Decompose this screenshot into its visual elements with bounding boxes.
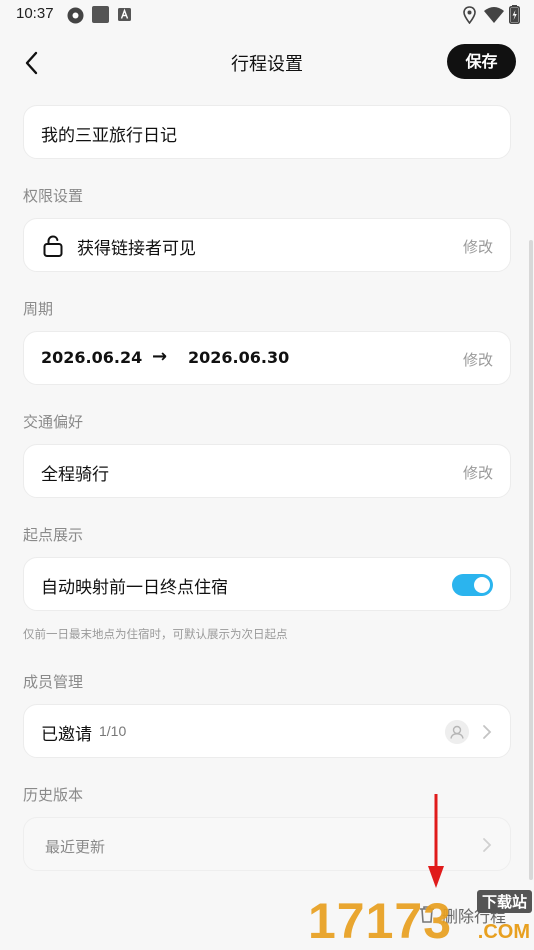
date-arrow-icon: → <box>152 346 168 367</box>
members-section-label: 成员管理 <box>23 673 84 691</box>
end-date: 2026.06.30 <box>188 348 290 367</box>
status-bar: 10:37 <box>0 0 534 30</box>
scrollbar[interactable] <box>529 240 533 880</box>
transport-value: 全程骑行 <box>41 465 109 485</box>
avatar-icon <box>445 720 469 744</box>
location-icon <box>463 6 476 24</box>
start-point-toggle[interactable] <box>452 574 493 596</box>
header: 行程设置 保存 <box>0 36 534 90</box>
permission-section-label: 权限设置 <box>23 187 84 205</box>
permission-value: 获得链接者可见 <box>77 239 196 259</box>
start-point-section-label: 起点展示 <box>23 526 84 544</box>
font-a-icon <box>118 8 131 21</box>
transport-edit-link[interactable]: 修改 <box>463 462 493 483</box>
watermark-logo: 17173 下载站 .COM <box>308 888 534 950</box>
period-card[interactable]: 2026.06.24 → 2026.06.30 修改 <box>23 331 511 385</box>
start-point-value: 自动映射前一日终点住宿 <box>41 578 228 598</box>
lock-open-icon <box>43 235 63 257</box>
members-card[interactable]: 已邀请 1/10 <box>23 704 511 758</box>
trip-name-field[interactable]: 我的三亚旅行日记 <box>23 105 511 159</box>
battery-icon <box>509 5 520 24</box>
trip-name-value: 我的三亚旅行日记 <box>41 126 177 146</box>
transport-card[interactable]: 全程骑行 修改 <box>23 444 511 498</box>
annotation-arrow-icon <box>428 794 444 888</box>
history-value: 最近更新 <box>45 838 106 856</box>
save-button[interactable]: 保存 <box>447 44 516 79</box>
status-time: 10:37 <box>16 5 54 22</box>
history-section-label: 历史版本 <box>23 786 84 804</box>
watermark-download: 下载站 <box>476 890 532 913</box>
transport-section-label: 交通偏好 <box>23 413 84 431</box>
members-invited-label: 已邀请 <box>41 725 92 745</box>
permission-edit-link[interactable]: 修改 <box>463 236 493 257</box>
watermark-com: .COM <box>477 921 530 943</box>
wifi-icon <box>484 7 504 23</box>
period-section-label: 周期 <box>23 300 54 318</box>
app-square-icon <box>92 6 109 23</box>
toggle-knob <box>474 577 490 593</box>
settings-icon <box>67 7 84 24</box>
period-edit-link[interactable]: 修改 <box>463 349 493 370</box>
permission-card[interactable]: 获得链接者可见 修改 <box>23 218 511 272</box>
chevron-right-icon <box>483 838 492 852</box>
watermark-number: 17173 <box>308 893 453 949</box>
start-point-card: 自动映射前一日终点住宿 <box>23 557 511 611</box>
start-date: 2026.06.24 <box>41 348 143 367</box>
chevron-right-icon <box>483 725 492 739</box>
start-point-hint: 仅前一日最末地点为住宿时，可默认展示为次日起点 <box>23 627 288 641</box>
members-invited-count: 1/10 <box>99 723 127 739</box>
